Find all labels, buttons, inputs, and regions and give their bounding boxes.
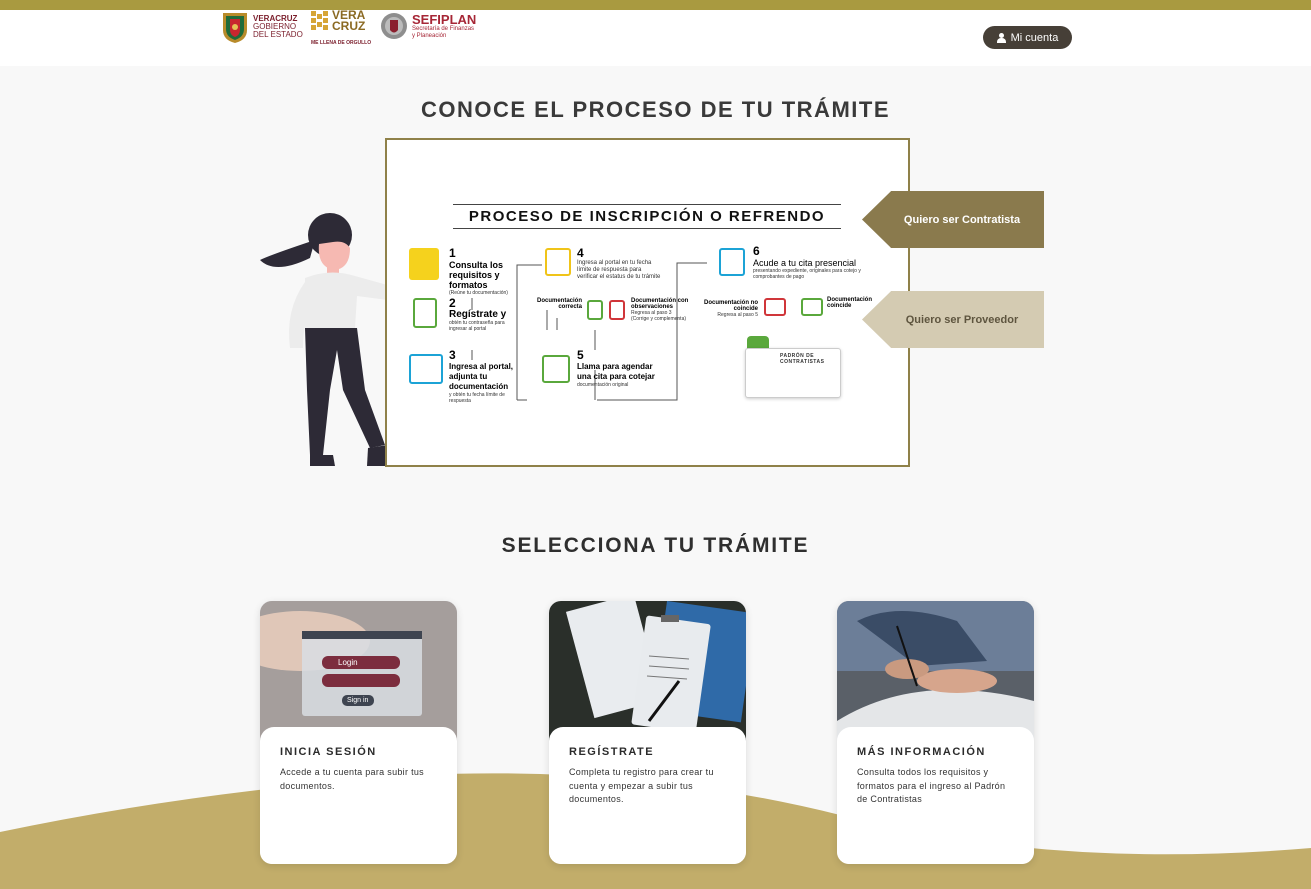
contratista-label: Quiero ser Contratista: [903, 213, 1021, 226]
card-description: Consulta todos los requisitos y formatos…: [857, 767, 1006, 804]
process-step-4: 4 Ingresa al portal en tu fecha límite d…: [577, 246, 661, 280]
my-account-label: Mi cuenta: [1010, 31, 1059, 44]
veracruz-government-logo[interactable]: VERACRUZ GOBIERNO DEL ESTADO: [221, 10, 303, 44]
process-heading: PROCESO DE INSCRIPCIÓN O REFRENDO: [453, 204, 841, 229]
more-info-card[interactable]: MÁS INFORMACIÓN Consulta todos los requi…: [837, 601, 1034, 864]
logo-line-3: DEL ESTADO: [253, 30, 303, 39]
user-icon: [996, 32, 1006, 43]
my-account-button[interactable]: Mi cuenta: [983, 26, 1072, 49]
register-card[interactable]: REGÍSTRATE Completa tu registro para cre…: [549, 601, 746, 864]
tramite-section-title: SELECCIONA TU TRÁMITE: [501, 534, 810, 557]
sefiplan-title: SEFIPLAN: [412, 11, 477, 27]
card-title: INICIA SESIÓN: [280, 746, 377, 758]
coat-of-arms-icon: [223, 13, 247, 43]
card-description: Completa tu registro para crear tu cuent…: [569, 767, 714, 804]
doc-error-icon: [609, 300, 625, 320]
contratista-button[interactable]: Quiero ser Contratista: [862, 191, 1044, 248]
proveedor-button[interactable]: Quiero ser Proveedor: [862, 291, 1044, 348]
register-icon: [413, 298, 437, 328]
top-accent-bar: [0, 0, 1311, 10]
sefiplan-logo[interactable]: SEFIPLAN Secretaría de Finanzas y Planea…: [380, 10, 476, 42]
process-step-6: 6 Acude a tu cita presencial presentando…: [753, 244, 861, 280]
doc-ok-icon: [587, 300, 603, 320]
folder-error-icon: [764, 298, 786, 316]
branch-match: Documentación coincide: [827, 297, 873, 309]
card-title: MÁS INFORMACIÓN: [857, 746, 986, 758]
branch-correct: Documentación correcta: [536, 298, 582, 310]
padron-card: PADRÓN DE CONTRATISTAS: [745, 348, 841, 398]
brand-wordmark: VERA CRUZ: [332, 8, 366, 33]
brand-slogan: ME LLENA DE ORGULLO: [311, 40, 372, 46]
image-signin-text: Sign in: [347, 697, 369, 704]
process-infographic: PROCESO DE INSCRIPCIÓN O REFRENDO 1 Cons…: [385, 138, 910, 467]
site-header: [0, 10, 1311, 66]
branch-no-match: Documentación no coincide Regresa al pas…: [703, 300, 758, 318]
folder-ok-icon: [801, 298, 823, 316]
document-icon: [409, 248, 439, 280]
verify-icon: [545, 248, 571, 276]
card-title: REGÍSTRATE: [569, 746, 655, 758]
login-card[interactable]: Login Sign in INICIA SESIÓN Accede a tu …: [260, 601, 457, 864]
proveedor-label: Quiero ser Proveedor: [905, 313, 1019, 326]
branch-observations: Documentación con observaciones Regresa …: [631, 298, 689, 322]
calendar-icon: [542, 355, 570, 383]
image-login-text: Login: [338, 658, 358, 667]
sefiplan-sub-1: Secretaría de Finanzas: [412, 25, 475, 32]
process-section-title: CONOCE EL PROCESO DE TU TRÁMITE: [420, 97, 890, 122]
card-description: Accede a tu cuenta para subir tus docume…: [280, 767, 424, 791]
padron-label: PADRÓN DE CONTRATISTAS: [780, 353, 825, 365]
search-document-icon: [719, 248, 745, 276]
veracruz-brand-logo[interactable]: VERA CRUZ ME LLENA DE ORGULLO: [310, 8, 371, 46]
sefiplan-sub-2: y Planeación: [412, 32, 447, 39]
sefiplan-seal-icon: [381, 13, 407, 39]
pattern-icon: [311, 11, 328, 30]
process-step-5: 5 Llama para agendar una cita para cotej…: [577, 348, 655, 388]
folder-user-icon: [409, 354, 443, 384]
